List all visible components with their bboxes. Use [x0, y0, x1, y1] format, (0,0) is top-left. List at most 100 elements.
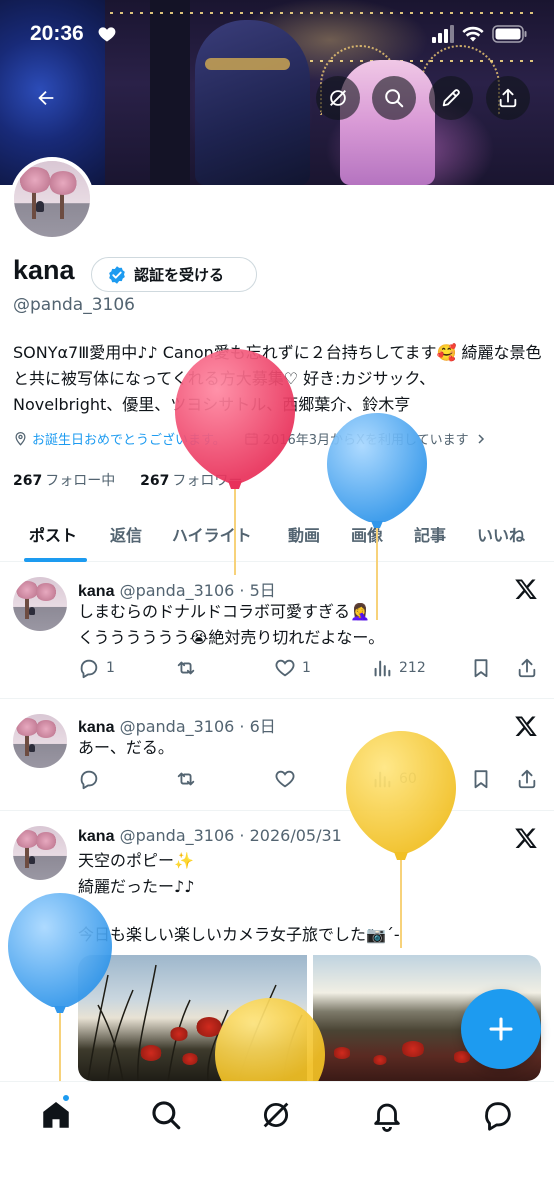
share-icon: [499, 88, 517, 108]
like-icon: [275, 770, 295, 788]
view-count: 60: [399, 771, 417, 787]
reply-icon: [80, 659, 98, 679]
reply-button[interactable]: 1: [78, 657, 115, 679]
post-text-line: しまむらのドナルドコラボ可愛すぎる🤦‍♀️: [78, 602, 370, 621]
follow-stats: 267 フォロー中 267 フォロワー: [13, 470, 242, 490]
calendar-icon: [244, 432, 258, 445]
repost-button[interactable]: [175, 768, 197, 790]
tab-media[interactable]: 画像: [351, 522, 383, 546]
post-text-line: 天空のポピー✨: [78, 851, 194, 870]
bookmark-button[interactable]: [470, 768, 492, 790]
nav-search[interactable]: [149, 1098, 183, 1132]
post-avatar[interactable]: [13, 714, 67, 768]
back-arrow-icon: [38, 90, 54, 106]
post-actions: 60: [78, 768, 542, 796]
nav-notifications[interactable]: [370, 1098, 404, 1132]
messages-icon: [485, 1102, 511, 1131]
search-icon: [385, 89, 404, 108]
status-bar: 20:36: [0, 0, 554, 70]
chevron-right-icon[interactable]: [475, 433, 487, 445]
bookmark-button[interactable]: [470, 657, 492, 679]
reply-count: 1: [106, 660, 115, 676]
bottom-nav: [0, 1081, 554, 1199]
post-item[interactable]: kana @panda_3106 · 6日 あー、だる。 60: [0, 700, 554, 811]
view-count: 212: [399, 660, 426, 676]
profile-handle: @panda_3106: [13, 295, 135, 315]
post-author-name[interactable]: kana: [78, 828, 114, 845]
nav-home[interactable]: [39, 1098, 73, 1132]
profile-avatar[interactable]: [10, 157, 94, 241]
profile-name: kana: [13, 255, 75, 285]
tab-videos[interactable]: 動画: [288, 522, 320, 546]
like-count: 1: [302, 660, 311, 676]
wifi-icon: [462, 26, 484, 42]
post-text-line: くうううううう😭絶対売り切れだよなー。: [78, 628, 385, 647]
x-logo-icon: [515, 828, 537, 848]
share-button[interactable]: [486, 76, 530, 120]
edit-profile-button[interactable]: [429, 76, 473, 120]
post-text-line: 綺麗だったー♪♪: [78, 877, 195, 896]
post-avatar[interactable]: [13, 577, 67, 631]
views-button[interactable]: 212: [371, 657, 426, 679]
verified-badge-icon: [109, 265, 125, 284]
post-header: kana @panda_3106 · 6日: [78, 713, 276, 737]
avatar-photo: [14, 161, 90, 237]
post-author-name[interactable]: kana: [78, 719, 114, 736]
post-item[interactable]: kana @panda_3106 · 5日 しまむらのドナルドコラボ可愛すぎる🤦…: [0, 563, 554, 699]
share-icon: [518, 769, 536, 789]
search-button[interactable]: [372, 76, 416, 120]
repost-icon: [177, 772, 195, 786]
tab-replies[interactable]: 返信: [110, 522, 142, 546]
x-logo-icon: [515, 579, 537, 599]
reply-icon: [80, 770, 98, 790]
following-count: 267: [13, 473, 43, 489]
nav-messages[interactable]: [481, 1098, 515, 1132]
edit-icon: [442, 89, 460, 107]
post-meta: @panda_3106 · 2026/05/31: [119, 826, 342, 845]
followers-count: 267: [140, 473, 170, 489]
post-author-name[interactable]: kana: [78, 583, 114, 600]
views-button[interactable]: 60: [371, 768, 417, 790]
status-time: 20:36: [30, 22, 84, 45]
profile-bio: SONYα7Ⅲ愛用中♪♪ Canon愛も忘れずに２台持ちしてます🥰 綺麗な景色と…: [13, 343, 542, 414]
post-text: あー、だる。: [78, 735, 174, 761]
compose-button[interactable]: [461, 989, 541, 1069]
like-button[interactable]: [274, 768, 296, 790]
bookmark-icon: [474, 770, 488, 789]
reply-button[interactable]: [78, 768, 100, 790]
active-tab-indicator: [24, 558, 87, 562]
profile-tabs: ポスト 返信 ハイライト 動画 画像 記事 いいね: [0, 510, 554, 562]
post-avatar[interactable]: [13, 826, 67, 880]
x-logo-icon: [515, 716, 537, 736]
followers-link[interactable]: 267 フォロワー: [140, 473, 242, 489]
post-text: しまむらのドナルドコラボ可愛すぎる🤦‍♀️ くうううううう😭絶対売り切れだよなー…: [78, 599, 384, 651]
following-link[interactable]: 267 フォロー中: [13, 473, 115, 489]
grok-icon: [330, 90, 346, 106]
birthday-link[interactable]: お誕生日おめでとうございます。: [32, 429, 226, 448]
grok-button[interactable]: [316, 76, 360, 120]
following-label: フォロー中: [45, 473, 116, 489]
battery-icon: [492, 25, 527, 43]
tab-posts[interactable]: ポスト: [29, 522, 77, 546]
post-actions: 1 1 212: [78, 657, 542, 685]
share-post-button[interactable]: [516, 657, 538, 679]
back-button[interactable]: [24, 76, 68, 120]
like-button[interactable]: 1: [274, 657, 311, 679]
get-verified-label: 認証を受ける: [134, 266, 225, 284]
tab-articles[interactable]: 記事: [414, 522, 446, 546]
repost-button[interactable]: [175, 657, 197, 679]
share-post-button[interactable]: [516, 768, 538, 790]
profile-meta: お誕生日おめでとうございます。 2016年3月からXを利用しています: [13, 429, 548, 448]
post-image-1[interactable]: [78, 955, 307, 1081]
tab-highlights[interactable]: ハイライト: [172, 522, 252, 546]
get-verified-button[interactable]: 認証を受ける: [91, 257, 257, 292]
share-icon: [518, 658, 536, 678]
heart-icon: [98, 27, 116, 42]
nav-grok[interactable]: [259, 1098, 293, 1132]
tab-likes[interactable]: いいね: [477, 522, 525, 546]
views-icon: [374, 660, 391, 677]
home-unread-dot: [61, 1093, 71, 1103]
location-icon: [15, 431, 26, 446]
home-icon: [43, 1101, 69, 1128]
notifications-icon: [374, 1103, 400, 1132]
